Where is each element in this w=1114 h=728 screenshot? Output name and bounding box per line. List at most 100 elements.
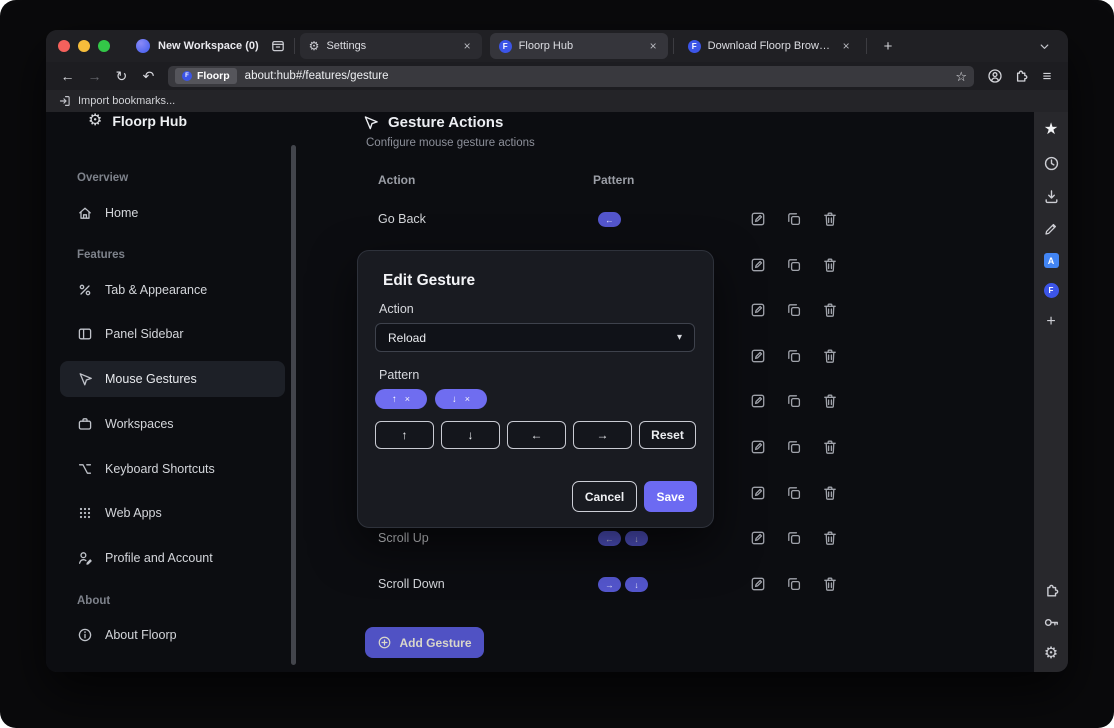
- sidebar-item-workspaces[interactable]: Workspaces: [60, 406, 285, 442]
- appearance-icon: [77, 282, 93, 298]
- sidebar-item-mouse-gestures[interactable]: Mouse Gestures: [60, 361, 285, 397]
- sidebar-item-tab-appearance[interactable]: Tab & Appearance: [60, 272, 285, 308]
- account-icon[interactable]: [982, 68, 1008, 84]
- save-button[interactable]: Save: [644, 481, 697, 512]
- edit-gesture-button[interactable]: [750, 256, 766, 274]
- delete-gesture-button[interactable]: [822, 347, 838, 365]
- close-tab-icon[interactable]: ×: [648, 40, 659, 52]
- remove-chip-icon[interactable]: ×: [465, 394, 470, 404]
- url-bar[interactable]: F Floorp about:hub#/features/gesture ☆: [168, 66, 974, 87]
- delete-gesture-button[interactable]: [822, 438, 838, 456]
- reload-button[interactable]: ↻: [108, 68, 135, 85]
- workspace-manager-button[interactable]: [267, 35, 289, 57]
- delete-gesture-button[interactable]: [822, 301, 838, 319]
- extensions-icon[interactable]: [1008, 68, 1034, 84]
- list-all-tabs-button[interactable]: [1037, 39, 1052, 54]
- edit-gesture-button[interactable]: [750, 529, 766, 547]
- tab-settings[interactable]: ⚙ Settings ×: [300, 33, 482, 59]
- new-tab-button[interactable]: +: [884, 39, 893, 54]
- extensions-icon[interactable]: [1042, 581, 1060, 599]
- sidebar-item-label: Tab & Appearance: [105, 283, 207, 297]
- pattern-chip: ←: [598, 531, 621, 546]
- direction-down-button[interactable]: ↓: [441, 421, 500, 449]
- zoom-window-button[interactable]: [98, 40, 110, 52]
- direction-left-button[interactable]: ←: [507, 421, 566, 449]
- tab-divider: [294, 38, 295, 54]
- forward-button[interactable]: →: [81, 68, 108, 84]
- table-row: Scroll Down → ↓: [290, 575, 1034, 595]
- sidebar-item-keyboard-shortcuts[interactable]: Keyboard Shortcuts: [60, 451, 285, 487]
- bookmark-star-icon[interactable]: ☆: [955, 70, 967, 83]
- delete-gesture-button[interactable]: [822, 529, 838, 547]
- delete-gesture-button[interactable]: [822, 575, 838, 593]
- duplicate-gesture-button[interactable]: [786, 484, 802, 502]
- add-gesture-button[interactable]: Add Gesture: [365, 627, 484, 658]
- edit-gesture-button[interactable]: [750, 301, 766, 319]
- close-window-button[interactable]: [58, 40, 70, 52]
- tab-divider: [866, 38, 867, 54]
- site-identity-chip[interactable]: F Floorp: [175, 68, 237, 84]
- back-button[interactable]: ←: [54, 68, 81, 84]
- edit-gesture-button[interactable]: [750, 347, 766, 365]
- pattern-chip[interactable]: ↓ ×: [435, 389, 487, 409]
- edit-gesture-button[interactable]: [750, 392, 766, 410]
- settings-gear-icon[interactable]: ⚙: [1042, 645, 1060, 663]
- translate-panel-icon[interactable]: A: [1044, 253, 1059, 268]
- hub-header: ⚙ Floorp Hub: [88, 113, 187, 129]
- edit-gesture-button[interactable]: [750, 438, 766, 456]
- passwords-key-icon[interactable]: [1042, 613, 1060, 631]
- menu-button[interactable]: ≡: [1034, 68, 1060, 85]
- duplicate-gesture-button[interactable]: [786, 347, 802, 365]
- page-subtitle: Configure mouse gesture actions: [366, 137, 535, 149]
- reset-button[interactable]: Reset: [639, 421, 696, 449]
- delete-gesture-button[interactable]: [822, 210, 838, 228]
- url-text[interactable]: about:hub#/features/gesture: [245, 70, 956, 82]
- edit-gesture-button[interactable]: [750, 575, 766, 593]
- tab-divider: [673, 38, 674, 54]
- scrollbar[interactable]: [291, 145, 296, 665]
- duplicate-gesture-button[interactable]: [786, 392, 802, 410]
- workspace-switcher[interactable]: New Workspace (0): [122, 30, 267, 62]
- pattern-chip-list: ↑ × ↓ ×: [375, 389, 487, 409]
- duplicate-gesture-button[interactable]: [786, 256, 802, 274]
- history-panel-icon[interactable]: [1042, 154, 1060, 172]
- action-select[interactable]: Reload ▾: [375, 323, 695, 352]
- duplicate-gesture-button[interactable]: [786, 301, 802, 319]
- edit-gesture-button[interactable]: [750, 210, 766, 228]
- duplicate-gesture-button[interactable]: [786, 210, 802, 228]
- duplicate-gesture-button[interactable]: [786, 438, 802, 456]
- pattern-label: Pattern: [379, 368, 419, 382]
- bookmarks-panel-icon[interactable]: ★: [1042, 121, 1060, 139]
- tab-download-floorp[interactable]: F Download Floorp Browser ×: [679, 33, 861, 59]
- sidebar-item-web-apps[interactable]: Web Apps: [60, 495, 285, 531]
- close-tab-icon[interactable]: ×: [841, 40, 852, 52]
- window-controls: [46, 40, 122, 52]
- pattern-chip[interactable]: ↑ ×: [375, 389, 427, 409]
- tab-floorp-hub[interactable]: F Floorp Hub ×: [490, 33, 668, 59]
- edit-gesture-button[interactable]: [750, 484, 766, 502]
- downloads-panel-icon[interactable]: [1042, 187, 1060, 205]
- remove-chip-icon[interactable]: ×: [405, 394, 410, 404]
- sidebar-item-home[interactable]: Home: [60, 195, 285, 231]
- delete-gesture-button[interactable]: [822, 256, 838, 274]
- delete-gesture-button[interactable]: [822, 392, 838, 410]
- close-tab-icon[interactable]: ×: [462, 40, 473, 52]
- floorp-panel-icon[interactable]: F: [1044, 283, 1059, 298]
- notes-panel-icon[interactable]: [1042, 220, 1060, 238]
- sidebar-item-panel-sidebar[interactable]: Panel Sidebar: [60, 316, 285, 352]
- duplicate-gesture-button[interactable]: [786, 529, 802, 547]
- gesture-action-name: Go Back: [378, 212, 426, 226]
- sidebar-item-about-floorp[interactable]: About Floorp: [60, 617, 285, 653]
- gesture-pattern: ← ↓: [598, 531, 648, 546]
- undo-close-tab-button[interactable]: ↶: [135, 68, 162, 85]
- cancel-button[interactable]: Cancel: [572, 481, 637, 512]
- duplicate-gesture-button[interactable]: [786, 575, 802, 593]
- sidebar-item-profile-account[interactable]: Profile and Account: [60, 540, 285, 576]
- column-header-pattern: Pattern: [593, 173, 634, 187]
- direction-right-button[interactable]: →: [573, 421, 632, 449]
- import-bookmarks-button[interactable]: Import bookmarks...: [78, 95, 175, 107]
- add-panel-button[interactable]: +: [1042, 313, 1060, 331]
- delete-gesture-button[interactable]: [822, 484, 838, 502]
- minimize-window-button[interactable]: [78, 40, 90, 52]
- direction-up-button[interactable]: ↑: [375, 421, 434, 449]
